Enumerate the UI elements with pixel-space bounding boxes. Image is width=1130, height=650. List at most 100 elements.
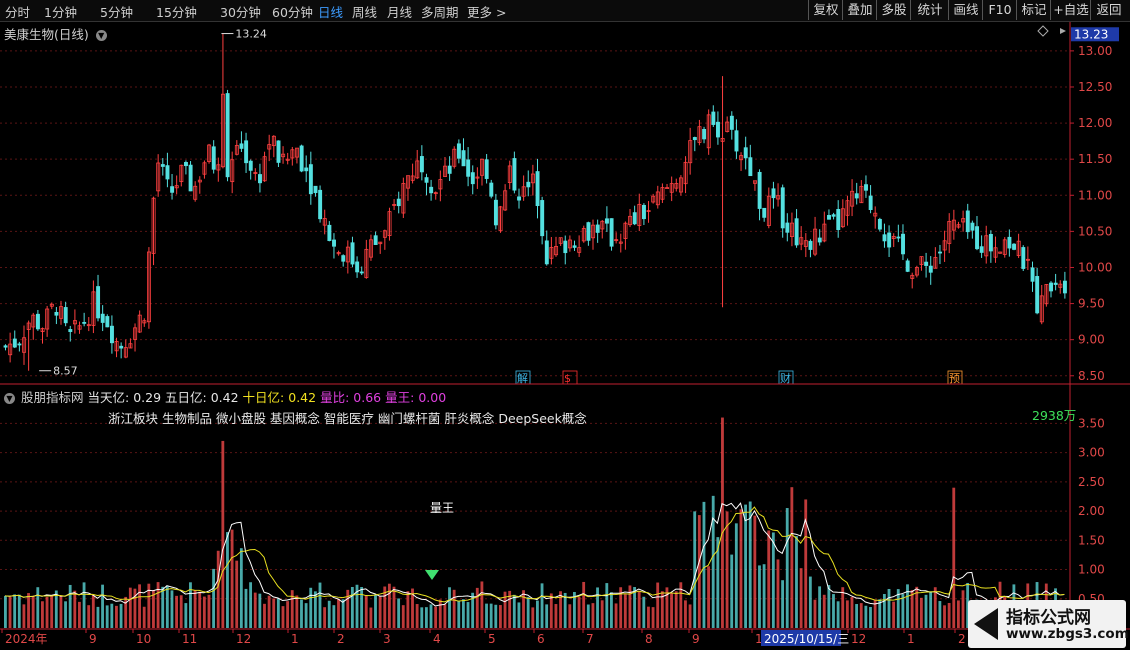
candle-body [854,193,859,199]
volume-bar [142,606,146,628]
volume-bar [748,501,752,628]
stock-title-text: 美康生物(日线) [4,27,89,42]
time-axis-label: 12 [851,632,866,646]
volume-bar [64,601,67,628]
candle-body [63,307,68,324]
price-axis-label: 13.00 [1078,44,1112,58]
volume-bar [684,600,687,628]
volume-bar [943,605,946,628]
volume-bar [549,593,553,628]
candle-body [419,156,424,173]
indicator-name: 股朋指标网 [20,390,84,405]
candle-body [165,165,170,180]
candle-body [1062,280,1067,294]
volume-bar [600,600,604,628]
volume-bar [540,583,544,628]
chevron-down-icon[interactable]: ▼ [95,30,107,41]
volume-bar [869,607,872,628]
time-axis-label: 9 [89,632,97,646]
candle-body [785,222,790,233]
volume-bar [369,607,373,628]
volume-bar [929,591,933,628]
candle-body [470,172,475,185]
candle-body [160,164,165,167]
volume-bar [461,599,465,628]
candle-body [517,196,522,201]
volume-bar [235,560,239,628]
stock-title[interactable]: 美康生物(日线) ▼ [4,24,107,43]
volume-bar [512,594,516,628]
volume-axis-label: 3.00 [1078,446,1105,460]
volume-ratio-value: 0.66 [353,390,382,405]
candle-body [466,159,471,177]
candle-body [258,174,262,184]
candle-body [1007,236,1012,249]
volume-bar [563,592,567,628]
candle-body [96,286,101,319]
volume-bar [216,550,220,628]
time-axis-label: 8 [645,632,653,646]
volume-bar [50,595,54,628]
volume-bar [337,598,340,628]
volume-bar [452,589,456,628]
volume-bar [568,604,572,628]
volume-bar [859,603,863,628]
volume-bar [267,595,271,628]
volume-bar [429,604,433,628]
candle-body [632,212,637,225]
volume-bar [818,586,822,628]
candle-body [493,199,498,226]
volume-bar [924,594,928,628]
volume-bar [13,594,17,628]
five-day-amount-value: 0.42 [210,390,239,405]
axis-labels: 13.0012.5012.0011.5011.0010.5010.009.509… [1,27,1119,646]
volume-bar [364,595,368,628]
candle-body [225,93,230,178]
volume-axis-label: 1.00 [1078,563,1105,577]
candle-body [119,345,124,349]
candle-body [729,115,734,130]
volume-bar [517,602,521,628]
volume-axis-label: 2.00 [1078,504,1105,518]
volume-bar [767,530,771,628]
volume-bar [688,604,692,628]
volume-bar [170,590,174,628]
chevron-down-icon[interactable]: ▼ [4,393,15,404]
candle-body [68,329,73,332]
volume-bar [184,603,188,628]
volume-bar [498,605,502,628]
watermark-title: 指标公式网 [1006,608,1091,628]
volume-bar [78,601,81,628]
time-axis-label: 12 [236,632,251,646]
volume-bar [239,548,243,628]
time-axis-label: 2 [958,632,966,646]
volume-bar [387,583,391,628]
volume-bar [730,554,734,628]
volume-bar [443,604,447,628]
candle-body [350,242,355,265]
time-axis-label: 5 [488,632,496,646]
volume-bar [822,594,826,628]
event-tag: 财 [780,371,791,385]
volume-bar [82,582,86,628]
candle-body [248,160,253,171]
candle-body [484,159,489,179]
candle-body [827,215,831,220]
volume-bar [697,515,701,628]
event-tag: 解 [517,371,528,385]
volume-bar [489,603,493,628]
volume-bar [420,607,424,628]
volume-bar [827,585,831,628]
candle-body [424,177,429,183]
volume-bar [832,594,835,628]
volume-bar [596,587,599,628]
volume-bar [341,599,345,628]
candle-body [938,251,942,254]
candle-body [1030,267,1035,282]
volume-bar [910,590,914,628]
volume-bar [221,440,225,628]
price-axis-label: 10.50 [1078,224,1112,238]
volume-bar [105,605,109,628]
candle-body [313,185,318,194]
volume-bar [734,523,738,628]
